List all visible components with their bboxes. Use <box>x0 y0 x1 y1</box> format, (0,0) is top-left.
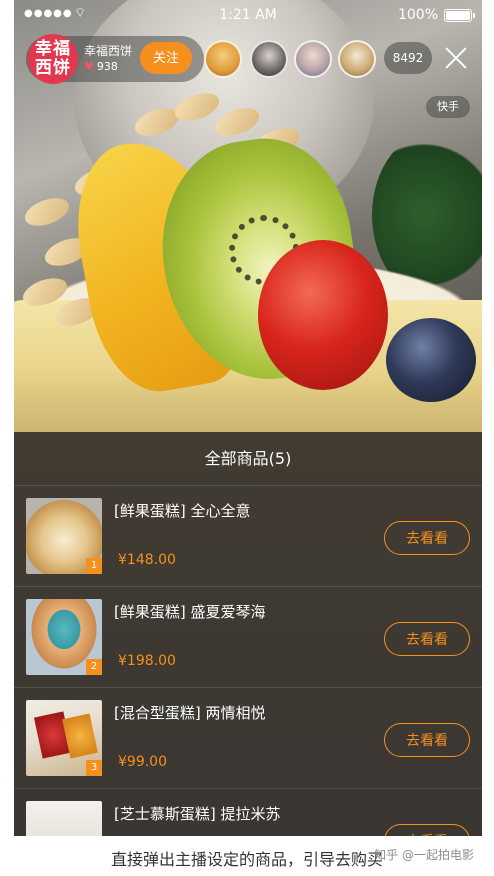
product-item[interactable]: 2 [鲜果蛋糕] 盛夏爱琴海 ¥198.00 去看看 <box>14 587 482 688</box>
product-name: [芝士慕斯蛋糕] 提拉米苏 <box>114 805 281 823</box>
viewer-count[interactable]: 8492 <box>384 42 432 74</box>
viewer-avatar[interactable] <box>250 40 288 78</box>
view-product-button[interactable]: 去看看 <box>384 824 470 836</box>
product-rank-badge: 2 <box>86 659 102 675</box>
host-likes-count: 938 <box>96 60 118 73</box>
live-stream-screen: ●●●●● ⌔ 1:21 AM 100% 幸福 西饼 幸福西饼 ♥ 938 关注 … <box>14 0 482 836</box>
follow-button[interactable]: 关注 <box>140 42 192 74</box>
host-avatar[interactable]: 幸福 西饼 <box>28 34 78 84</box>
product-item[interactable]: [芝士慕斯蛋糕] 提拉米苏 去看看 <box>14 789 482 836</box>
viewer-avatar[interactable] <box>294 40 332 78</box>
host-likes: ♥ 938 <box>84 60 118 73</box>
product-rank-badge: 3 <box>86 760 102 776</box>
view-product-button[interactable]: 去看看 <box>384 723 470 757</box>
product-price: ¥198.00 <box>118 653 176 669</box>
status-bar: ●●●●● ⌔ 1:21 AM 100% <box>14 0 482 30</box>
battery-percent: 100% <box>397 7 438 23</box>
product-thumbnail[interactable] <box>26 801 102 836</box>
view-product-button[interactable]: 去看看 <box>384 622 470 656</box>
caption-watermark: 知乎 @一起拍电影 <box>374 848 474 862</box>
product-name: [混合型蛋糕] 两情相悦 <box>114 704 266 722</box>
product-item[interactable]: 1 [鲜果蛋糕] 全心全意 ¥148.00 去看看 <box>14 486 482 587</box>
product-rank-badge: 1 <box>86 558 102 574</box>
viewer-avatar[interactable] <box>338 40 376 78</box>
product-price: ¥99.00 <box>118 754 167 770</box>
close-icon[interactable] <box>442 44 470 72</box>
product-name: [鲜果蛋糕] 全心全意 <box>114 502 251 520</box>
battery-icon <box>444 9 475 22</box>
products-panel-title: 全部商品(5) <box>14 432 482 486</box>
host-avatar-text-line1: 幸福 <box>35 39 71 59</box>
view-product-button[interactable]: 去看看 <box>384 521 470 555</box>
host-name: 幸福西饼 <box>84 44 133 58</box>
heart-icon: ♥ <box>84 60 94 73</box>
kuaishou-watermark: 快手 <box>426 96 470 118</box>
product-name: [鲜果蛋糕] 盛夏爱琴海 <box>114 603 266 621</box>
product-item[interactable]: 3 [混合型蛋糕] 两情相悦 ¥99.00 去看看 <box>14 688 482 789</box>
products-panel: 全部商品(5) 1 [鲜果蛋糕] 全心全意 ¥148.00 去看看 2 [鲜果蛋… <box>14 432 482 836</box>
viewer-avatar[interactable] <box>204 40 242 78</box>
host-avatar-text-line2: 西饼 <box>35 58 71 78</box>
product-price: ¥148.00 <box>118 552 176 568</box>
